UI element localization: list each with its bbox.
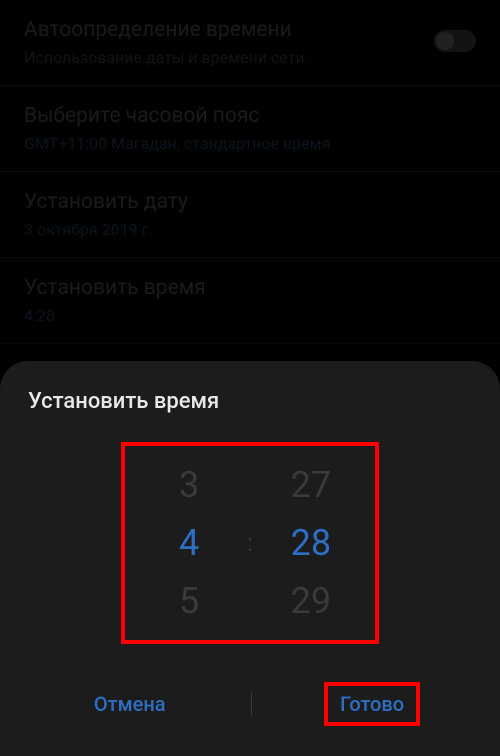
hour-selected[interactable]: 4 (179, 522, 199, 564)
time-picker[interactable]: 3 4 5 : 27 28 29 (121, 442, 379, 644)
dialog-title: Установить время (24, 389, 476, 414)
minute-next[interactable]: 29 (291, 580, 331, 622)
minute-prev[interactable]: 27 (291, 464, 331, 506)
hour-picker[interactable]: 3 4 5 (159, 464, 219, 622)
time-picker-dialog: Установить время 3 4 5 : 27 28 29 Отмена… (0, 361, 500, 756)
hour-prev[interactable]: 3 (179, 464, 199, 506)
hour-next[interactable]: 5 (179, 580, 199, 622)
time-picker-container: 3 4 5 : 27 28 29 (24, 442, 476, 644)
button-divider (251, 693, 252, 715)
time-colon: : (247, 529, 253, 557)
minute-selected[interactable]: 28 (291, 522, 331, 564)
dialog-buttons: Отмена Готово (24, 672, 476, 736)
done-button[interactable]: Готово (324, 682, 420, 726)
cancel-button[interactable]: Отмена (80, 684, 180, 724)
minute-picker[interactable]: 27 28 29 (281, 464, 341, 622)
